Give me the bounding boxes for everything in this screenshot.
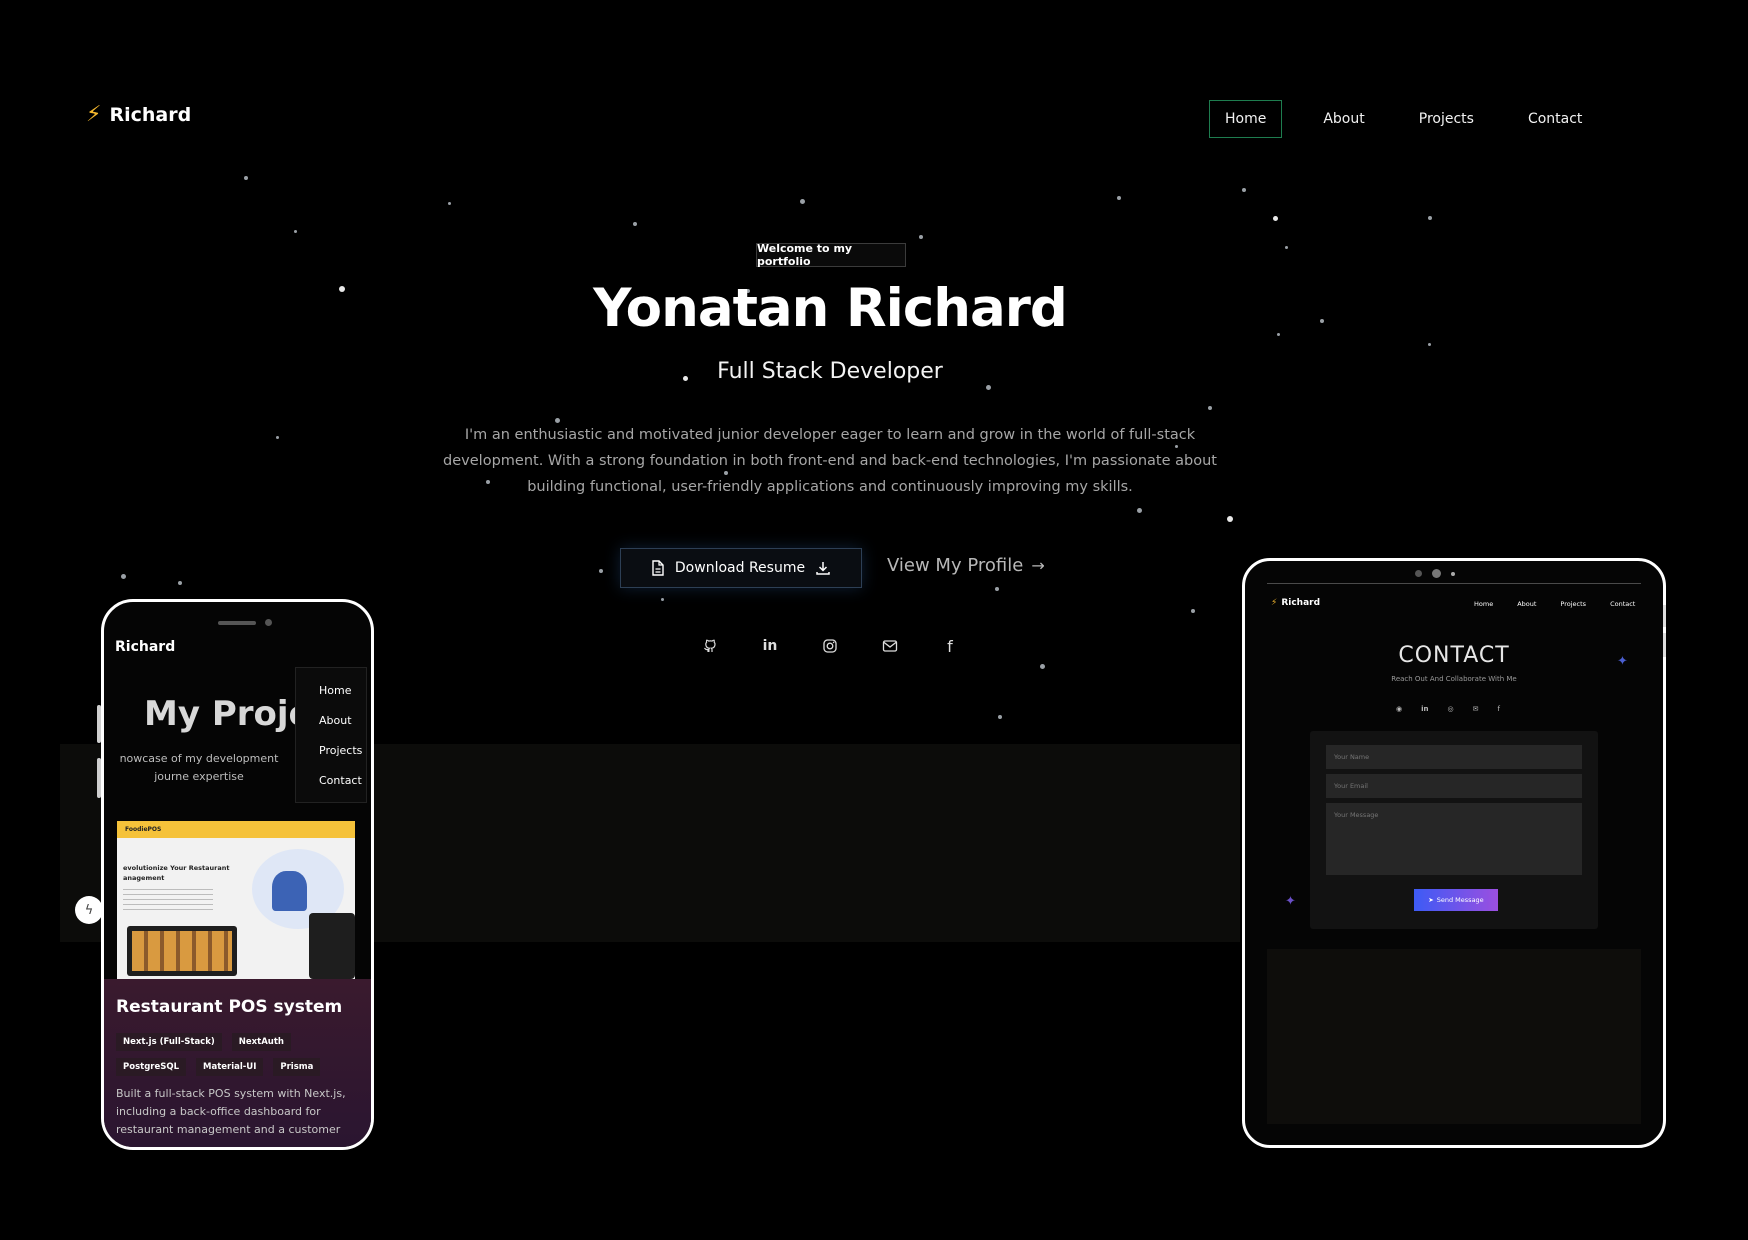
screenshot-headline: evolutionize Your Restaurant anagement — [123, 864, 230, 882]
phone-mockup: Richard My Projec nowcase of my developm… — [101, 599, 374, 1150]
screenshot-brand: FoodiePOS — [117, 821, 355, 838]
tablet-nav: Home About Projects Contact — [1474, 600, 1635, 608]
screenshot-text-lines — [123, 889, 213, 913]
hero-role: Full Stack Developer — [717, 359, 943, 384]
tablet-nav-about[interactable]: About — [1517, 600, 1536, 608]
bolt-icon: ⚡ — [86, 102, 102, 127]
project-card: Restaurant POS system Next.js (Full-Stac… — [104, 979, 371, 1147]
arrow-right-icon: → — [1031, 556, 1045, 575]
project-title: Restaurant POS system — [116, 997, 343, 1017]
facebook-icon[interactable]: f — [940, 636, 960, 656]
tablet-social-links: ◉ in ◎ ✉ f — [1396, 705, 1500, 713]
tablet-logo: ⚡ Richard — [1271, 598, 1320, 608]
download-icon — [816, 562, 830, 575]
tech-tag: Next.js (Full-Stack) — [116, 1033, 222, 1051]
phone-menu-about[interactable]: About — [319, 714, 366, 727]
tech-tag: PostgreSQL — [116, 1058, 186, 1076]
mail-icon[interactable]: ✉ — [1473, 705, 1479, 713]
github-icon[interactable]: ◉ — [1396, 705, 1402, 713]
send-message-label: Send Message — [1436, 896, 1484, 904]
logo-text: Richard — [109, 104, 192, 126]
tablet-footer-area — [1267, 949, 1641, 1124]
nav-about[interactable]: About — [1323, 111, 1364, 127]
tech-tags: Next.js (Full-Stack) NextAuth PostgreSQL… — [116, 1033, 346, 1076]
download-resume-label: Download Resume — [674, 560, 806, 576]
send-message-button[interactable]: ➤ Send Message — [1414, 889, 1498, 911]
projects-description: nowcase of my development journe experti… — [119, 752, 279, 783]
site-logo[interactable]: ⚡ Richard — [86, 102, 192, 127]
email-field[interactable] — [1326, 774, 1582, 798]
linkedin-icon[interactable]: in — [760, 636, 780, 656]
bolt-outline-icon: ϟ — [84, 902, 94, 918]
tech-tag: Prisma — [273, 1058, 321, 1076]
theme-toggle-button[interactable]: ϟ — [75, 896, 103, 924]
welcome-badge: Welcome to my portfolio — [756, 242, 906, 268]
bolt-icon: ⚡ — [1271, 598, 1278, 608]
phone-menu-home[interactable]: Home — [319, 684, 366, 697]
hero-description: I'm an enthusiastic and motivated junior… — [443, 427, 1217, 495]
phone-logo: Richard — [115, 639, 176, 655]
contact-form: ➤ Send Message — [1310, 731, 1598, 929]
document-icon — [652, 560, 664, 576]
facebook-icon[interactable]: f — [1497, 705, 1499, 713]
tablet-divider — [1267, 583, 1641, 584]
nav-home[interactable]: Home — [1209, 100, 1283, 138]
linkedin-icon[interactable]: in — [1421, 705, 1428, 713]
tablet-nav-home[interactable]: Home — [1474, 600, 1493, 608]
phone-speaker — [218, 621, 256, 625]
main-nav: Home About Projects Contact — [1209, 100, 1582, 138]
view-profile-button[interactable]: View My Profile → — [887, 555, 1045, 576]
social-links: in f — [700, 636, 960, 656]
github-icon[interactable] — [700, 636, 720, 656]
laptop-preview — [127, 926, 237, 976]
message-field[interactable] — [1326, 803, 1582, 875]
send-icon: ➤ — [1428, 896, 1434, 904]
phone-dropdown-menu: Home About Projects Contact — [295, 667, 367, 803]
hero-name: Yonatan Richard — [593, 278, 1068, 339]
contact-subtitle: Reach Out And Collaborate With Me — [1391, 675, 1517, 683]
nav-projects[interactable]: Projects — [1419, 111, 1474, 127]
phone-menu-contact[interactable]: Contact — [319, 774, 366, 787]
instagram-icon[interactable]: ◎ — [1448, 705, 1454, 713]
view-profile-label: View My Profile — [887, 555, 1024, 576]
mail-icon[interactable] — [880, 636, 900, 656]
phone-menu-projects[interactable]: Projects — [319, 744, 366, 757]
download-resume-button[interactable]: Download Resume — [620, 548, 862, 588]
tablet-side-button — [1663, 605, 1666, 627]
instagram-icon[interactable] — [820, 636, 840, 656]
tablet-logo-text: Richard — [1281, 598, 1321, 608]
tablet-preview — [309, 913, 355, 979]
illustration-figure — [272, 871, 307, 911]
sparkle-icon: ✦ — [1285, 894, 1296, 909]
nav-contact[interactable]: Contact — [1528, 111, 1582, 127]
tablet-nav-projects[interactable]: Projects — [1560, 600, 1586, 608]
tablet-mockup: ⚡ Richard Home About Projects Contact ✦ … — [1242, 558, 1666, 1148]
tablet-nav-contact[interactable]: Contact — [1610, 600, 1635, 608]
phone-camera — [265, 619, 272, 626]
tech-tag: NextAuth — [231, 1033, 291, 1051]
tech-tag: Material-UI — [196, 1058, 264, 1076]
contact-title: CONTACT — [1398, 643, 1510, 668]
project-description: Built a full-stack POS system with Next.… — [116, 1087, 346, 1136]
project-screenshot[interactable]: FoodiePOS evolutionize Your Restaurant a… — [117, 821, 355, 979]
tablet-side-button — [1663, 633, 1666, 657]
tablet-camera — [1415, 569, 1455, 578]
name-field[interactable] — [1326, 745, 1582, 769]
